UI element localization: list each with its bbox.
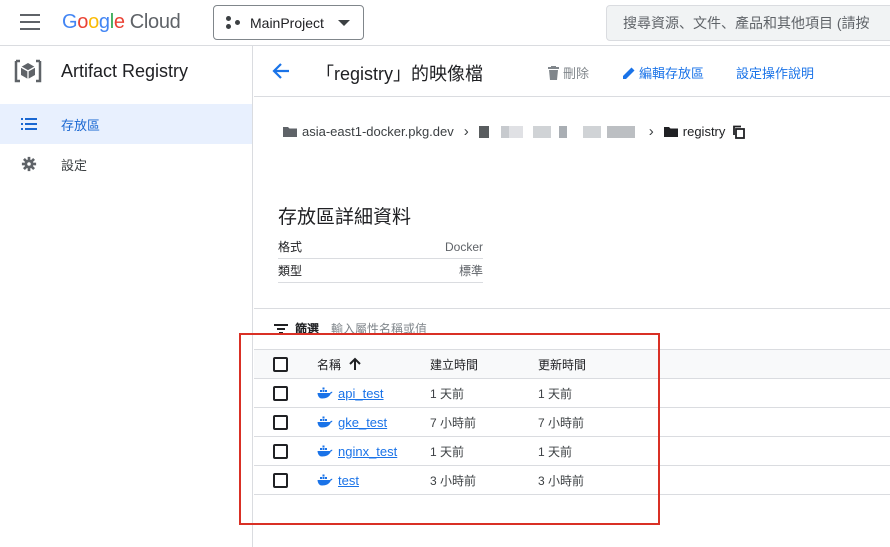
pencil-icon [623,67,635,79]
filter-bar: 篩選 [274,320,512,337]
sidebar-item-label: 設定 [61,157,88,173]
table-row: test 3 小時前 3 小時前 [254,466,890,495]
folder-icon [283,127,297,137]
created-time: 3 小時前 [430,473,477,488]
created-time: 1 天前 [430,444,465,459]
image-link[interactable]: test [338,473,359,488]
breadcrumb: asia-east1-docker.pkg.dev › › registry [283,123,746,140]
sidebar-item-repositories[interactable]: 存放區 [0,104,252,144]
table-row: nginx_test 1 天前 1 天前 [254,437,890,466]
artifact-registry-icon [14,59,42,83]
column-header-updated[interactable]: 更新時間 [538,350,586,378]
list-icon [21,118,37,130]
page-header: 「registry」的映像檔 刪除 編輯存放區 設定操作說明 [254,46,890,96]
column-header-name[interactable]: 名稱 [317,356,341,373]
sidebar-item-label: 存放區 [61,117,101,133]
chevron-right-icon: › [648,123,654,140]
back-arrow-icon[interactable] [270,60,292,82]
image-link[interactable]: gke_test [338,415,387,430]
filter-label: 篩選 [295,322,320,336]
edit-repository-button[interactable]: 編輯存放區 [622,63,704,82]
product-title: Artifact Registry [61,60,189,81]
select-all-checkbox[interactable] [273,356,288,372]
divider [254,308,890,309]
sort-ascending-arrow-icon[interactable] [349,357,361,371]
details-row-type: 類型 標準 [278,259,483,283]
row-checkbox[interactable] [273,414,288,430]
setup-instructions-button[interactable]: 設定操作說明 [736,63,814,82]
left-navigation: Artifact Registry 存放區 設定 [0,46,253,547]
row-checkbox[interactable] [273,385,288,401]
created-time: 7 小時前 [430,415,477,430]
updated-time: 3 小時前 [538,473,585,488]
main-menu-icon[interactable] [20,14,40,30]
updated-time: 1 天前 [538,386,573,401]
google-cloud-logo[interactable]: Google Cloud [62,11,181,34]
docker-icon [317,387,333,399]
updated-time: 1 天前 [538,444,573,459]
project-icon [226,15,242,31]
table-header: 名稱 建立時間 更新時間 [254,349,890,379]
row-checkbox[interactable] [273,472,288,488]
delete-button[interactable]: 刪除 [547,63,589,82]
image-link[interactable]: nginx_test [338,444,397,459]
chevron-down-icon [338,20,350,26]
search-box[interactable] [606,5,890,41]
breadcrumb-host[interactable]: asia-east1-docker.pkg.dev [302,124,454,139]
docker-icon [317,416,333,428]
project-name: MainProject [250,14,324,31]
main-content: 「registry」的映像檔 刪除 編輯存放區 設定操作說明 asia-east… [254,46,890,547]
updated-time: 7 小時前 [538,415,585,430]
docker-icon [317,445,333,457]
breadcrumb-project-redacted[interactable] [478,125,639,138]
sidebar-item-settings[interactable]: 設定 [0,144,252,184]
divider [254,96,890,97]
details-row-format: 格式 Docker [278,235,483,259]
table-row: api_test 1 天前 1 天前 [254,379,890,408]
docker-icon [317,474,333,486]
repository-details: 格式 Docker 類型 標準 [278,235,483,283]
trash-icon [548,65,559,80]
folder-icon [663,127,678,137]
table-body: api_test 1 天前 1 天前 gke_test 7 小時前 7 小時前 nginx_… [254,379,890,495]
product-header: Artifact Registry [0,46,252,96]
column-header-created[interactable]: 建立時間 [430,350,478,378]
top-app-bar: Google Cloud MainProject [0,0,890,46]
gear-icon [21,156,37,172]
breadcrumb-current: registry [682,124,726,139]
project-picker-button[interactable]: MainProject [213,5,364,40]
copy-icon[interactable] [732,125,746,139]
image-link[interactable]: api_test [338,386,384,401]
table-row: gke_test 7 小時前 7 小時前 [254,408,890,437]
chevron-right-icon: › [463,123,469,140]
repository-details-title: 存放區詳細資料 [278,207,412,228]
filter-icon [274,323,288,334]
search-input[interactable] [623,15,890,31]
created-time: 1 天前 [430,386,465,401]
filter-input[interactable] [331,321,512,336]
row-checkbox[interactable] [273,443,288,459]
images-table: 名稱 建立時間 更新時間 api_test 1 天前 1 天前 gke_test 7 小… [254,349,890,495]
page-title: 「registry」的映像檔 [316,64,484,84]
